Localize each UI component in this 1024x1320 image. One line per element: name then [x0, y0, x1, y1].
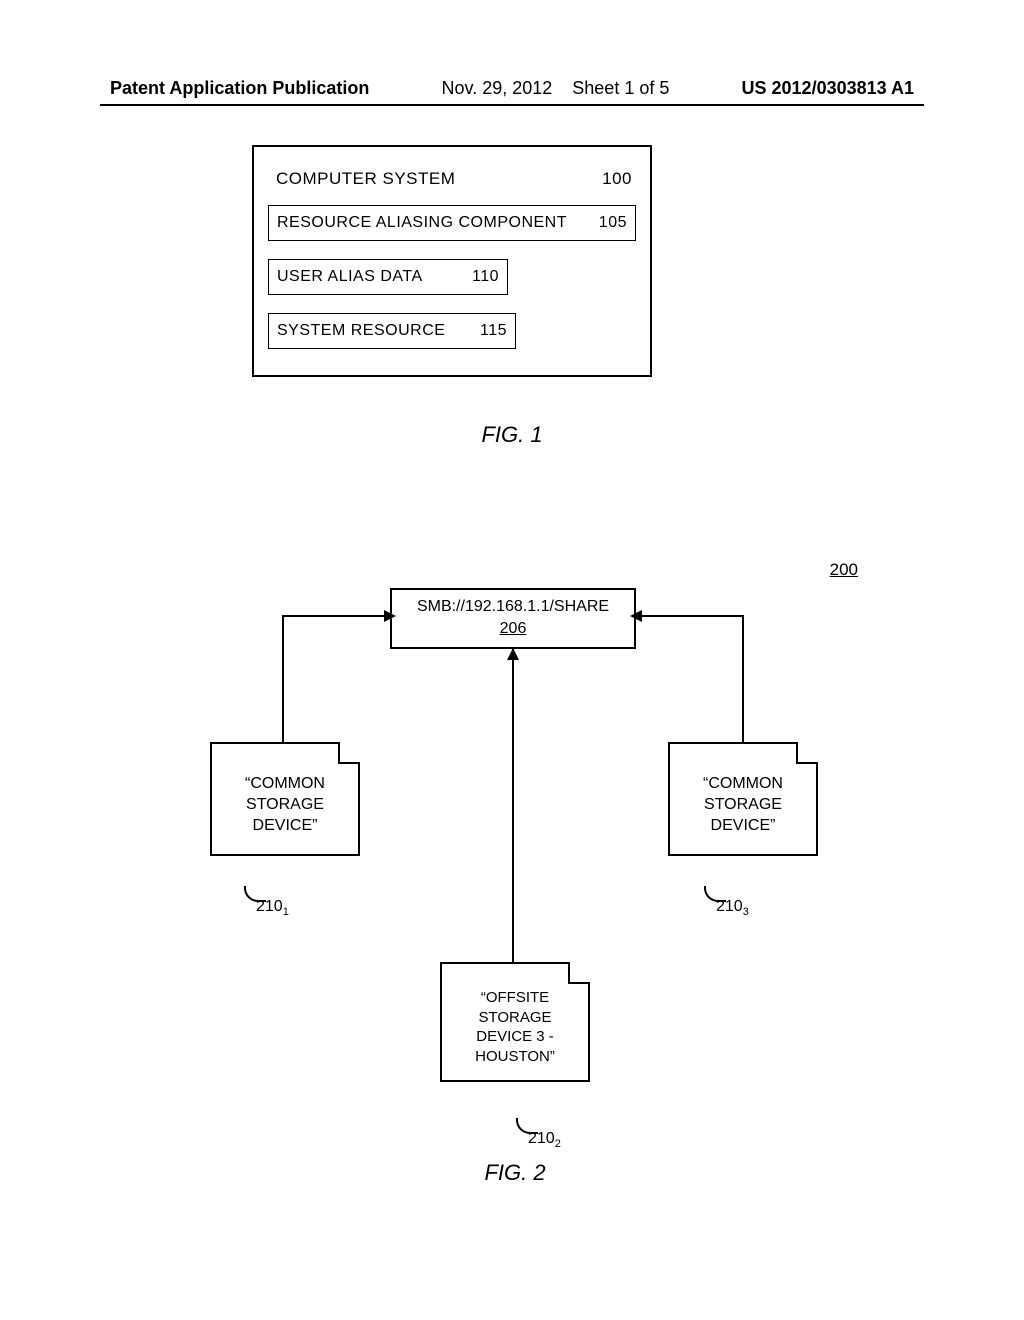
- fig2-note-left: “COMMON STORAGE DEVICE”: [210, 742, 360, 856]
- fig1-box-b-num: 110: [472, 268, 499, 286]
- ref-base: 210: [716, 898, 743, 915]
- ref-sub: 3: [743, 906, 749, 918]
- fig1-box-c-num: 115: [480, 322, 507, 340]
- fig2-note-right: “COMMON STORAGE DEVICE”: [668, 742, 818, 856]
- connector-line: [742, 615, 744, 743]
- arrowhead-icon: [630, 610, 642, 622]
- fig2-share-num: 206: [396, 618, 630, 640]
- fig2-note-left-text: “COMMON STORAGE DEVICE”: [245, 775, 325, 834]
- fig1-caption: FIG. 1: [0, 422, 1024, 448]
- fig2-ref-200: 200: [830, 560, 858, 580]
- fig2-ref-210-1: 2101: [256, 898, 289, 918]
- page-header: Patent Application Publication Nov. 29, …: [0, 78, 1024, 99]
- header-date: Nov. 29, 2012: [442, 78, 553, 98]
- header-center: Nov. 29, 2012 Sheet 1 of 5: [442, 78, 670, 99]
- fig1-title-row: COMPUTER SYSTEM 100: [268, 163, 636, 205]
- header-sheet: Sheet 1 of 5: [572, 78, 669, 98]
- connector-line: [512, 648, 514, 964]
- fig1-resource-aliasing-box: RESOURCE ALIASING COMPONENT 105: [268, 205, 636, 241]
- fig1-system-resource-box: SYSTEM RESOURCE 115: [268, 313, 516, 349]
- fig2-caption: FIG. 2: [140, 1160, 890, 1186]
- arrowhead-icon: [507, 648, 519, 660]
- fig1-user-alias-box: USER ALIAS DATA 110: [268, 259, 508, 295]
- connector-line: [282, 615, 390, 617]
- fig2-note-center-text: “OFFSITE STORAGE DEVICE 3 - HOUSTON”: [475, 989, 555, 1065]
- fig1-box-a-label: RESOURCE ALIASING COMPONENT: [277, 214, 567, 232]
- fig1-box-c-label: SYSTEM RESOURCE: [277, 322, 445, 340]
- fig1-box-a-num: 105: [599, 214, 627, 232]
- connector-line: [636, 615, 744, 617]
- dogear-fold-icon: [338, 742, 360, 764]
- fig1-title: COMPUTER SYSTEM: [276, 169, 455, 189]
- dogear-fold-icon: [796, 742, 818, 764]
- header-right: US 2012/0303813 A1: [742, 78, 914, 99]
- ref-base: 210: [528, 1130, 555, 1147]
- fig2-share-label: SMB://192.168.1.1/SHARE: [396, 596, 630, 618]
- fig1-box-b-label: USER ALIAS DATA: [277, 268, 423, 286]
- fig2-container: 200 SMB://192.168.1.1/SHARE 206 “COMMON …: [140, 560, 890, 1180]
- connector-line: [282, 615, 284, 743]
- fig2-note-center: “OFFSITE STORAGE DEVICE 3 - HOUSTON”: [440, 962, 590, 1082]
- arrowhead-icon: [384, 610, 396, 622]
- fig2-ref-210-2: 2102: [528, 1130, 561, 1150]
- ref-base: 210: [256, 898, 283, 915]
- ref-sub: 2: [555, 1138, 561, 1150]
- header-left: Patent Application Publication: [110, 78, 369, 99]
- fig1-title-num: 100: [602, 169, 632, 189]
- fig2-note-right-text: “COMMON STORAGE DEVICE”: [703, 775, 783, 834]
- fig1-computer-system-box: COMPUTER SYSTEM 100 RESOURCE ALIASING CO…: [252, 145, 652, 377]
- dogear-fold-icon: [568, 962, 590, 984]
- fig2-ref-210-3: 2103: [716, 898, 749, 918]
- ref-sub: 1: [283, 906, 289, 918]
- header-rule: [100, 104, 924, 106]
- fig2-share-box: SMB://192.168.1.1/SHARE 206: [390, 588, 636, 649]
